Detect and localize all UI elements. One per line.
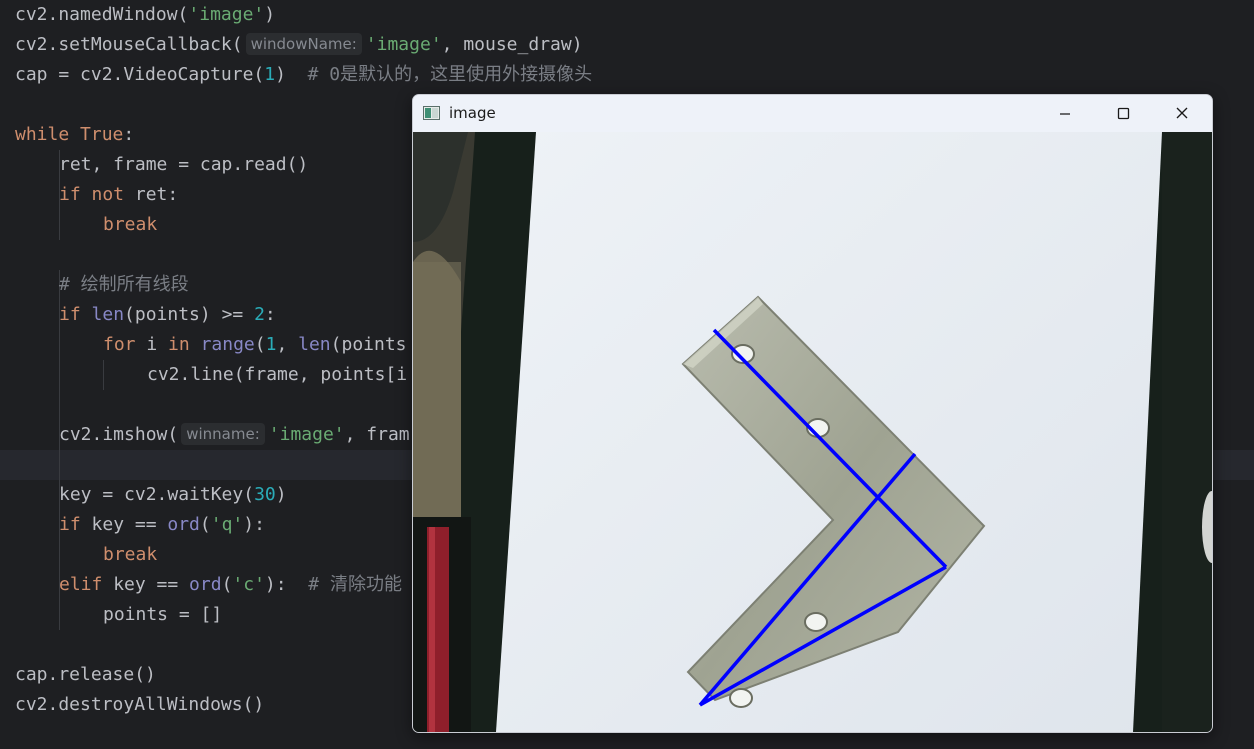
window-title: image — [449, 104, 496, 122]
window-titlebar[interactable]: image — [413, 95, 1212, 132]
code-line-6: ret, frame = cap.read() — [59, 154, 309, 175]
code-line-20: elif key == ord('c'): # 清除功能 — [59, 574, 402, 595]
code-line-13: cv2.line(frame, points[i — [147, 364, 408, 385]
window-app-icon — [423, 106, 440, 120]
minimize-icon — [1060, 113, 1070, 115]
parameter-hint: winname: — [181, 423, 265, 445]
camera-frame[interactable] — [413, 132, 1212, 732]
code-line-10: # 绘制所有线段 — [59, 274, 189, 295]
parameter-hint: windowName: — [245, 33, 362, 55]
bracket-hole — [729, 688, 753, 708]
code-line-12: for i in range(1, len(points — [103, 334, 407, 355]
code-line-2: cv2.setMouseCallback(windowName:'image',… — [15, 33, 583, 55]
code-line-17: key = cv2.waitKey(30) — [59, 484, 287, 505]
code-line-11: if len(points) >= 2: — [59, 304, 276, 325]
code-line-3: cap = cv2.VideoCapture(1) # 0是默认的，这里使用外接… — [15, 64, 593, 85]
code-line-18: if key == ord('q'): — [59, 514, 265, 535]
code-line-19: break — [103, 544, 158, 565]
maximize-button[interactable] — [1094, 95, 1152, 132]
maximize-icon — [1117, 107, 1130, 120]
close-button[interactable] — [1153, 95, 1211, 132]
minimize-button[interactable] — [1036, 95, 1094, 132]
code-line-5: while True: — [15, 124, 135, 145]
close-icon — [1176, 107, 1188, 119]
red-pencil-highlight — [429, 527, 435, 732]
code-line-24: cv2.destroyAllWindows() — [15, 694, 265, 715]
background-shading — [413, 250, 461, 522]
code-line-23: cap.release() — [15, 664, 156, 685]
code-line-8: break — [103, 214, 158, 235]
background-dark-right — [1162, 132, 1212, 732]
code-line-7: if not ret: — [59, 184, 179, 205]
opencv-image-window[interactable]: image — [412, 94, 1213, 733]
indent-guide — [103, 360, 104, 390]
code-line-21: points = [] — [103, 604, 223, 625]
code-line-15: cv2.imshow(winname:'image', fram — [59, 423, 410, 445]
code-line-1: cv2.namedWindow('image') — [15, 4, 276, 25]
bracket-hole — [804, 612, 828, 632]
